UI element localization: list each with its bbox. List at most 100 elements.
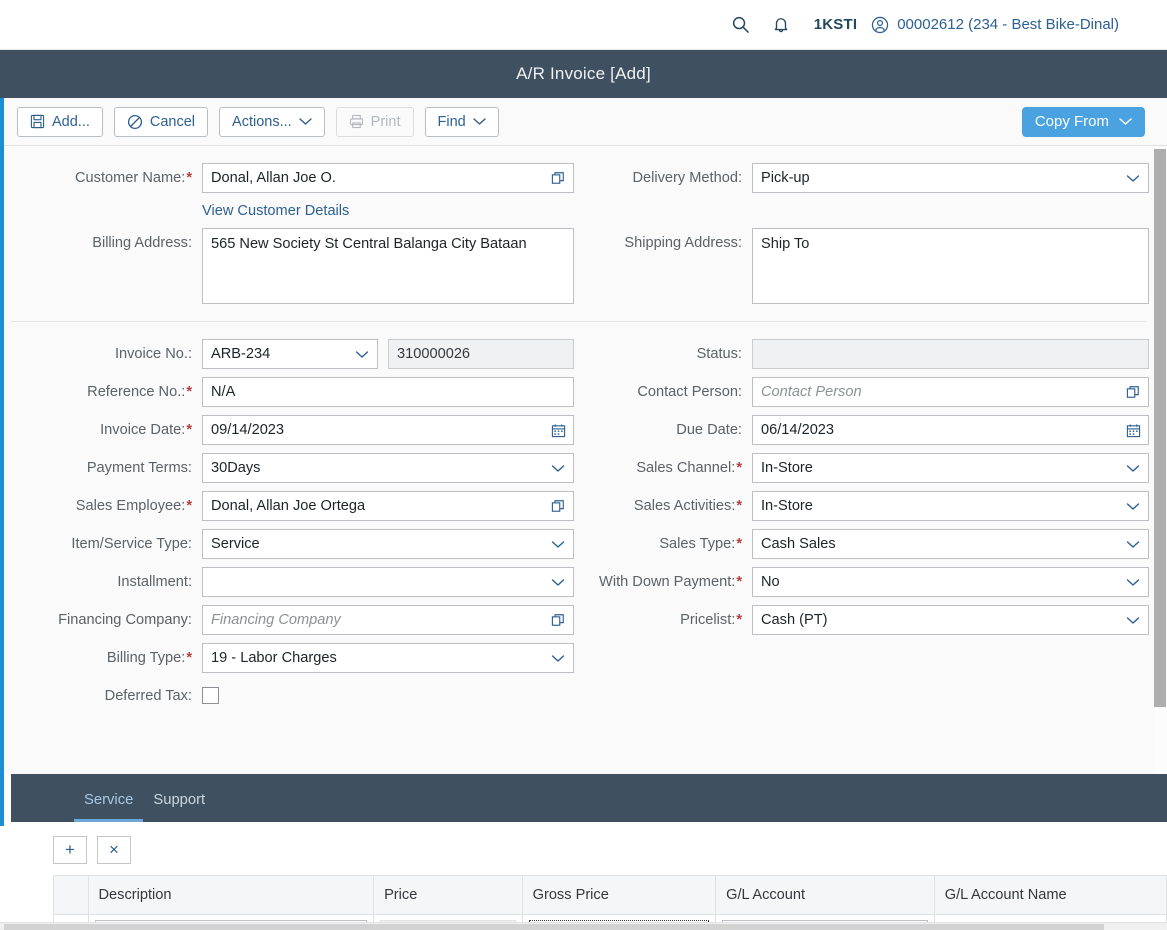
print-button[interactable]: Print [335,106,414,137]
link-picker-icon[interactable] [549,605,567,635]
customer-name-label-text: Customer Name: [75,170,186,186]
chevron-down-icon[interactable] [549,453,567,483]
chevron-down-icon[interactable] [549,643,567,673]
chevron-down-icon[interactable] [549,529,567,559]
sales-activities-label: Sales Activities:* [574,491,752,521]
add-button[interactable]: Add... [17,106,103,137]
bell-icon[interactable] [764,8,798,42]
field-customer-name: Customer Name:* Donal, Allan Joe O. [0,163,574,193]
chevron-down-icon[interactable] [549,567,567,597]
line-items-section: + × Description Price Gross Price G/L Ac… [0,822,1167,930]
contact-person-label: Contact Person: [637,384,742,400]
sales-activities-select[interactable]: In-Store [752,491,1149,521]
chevron-down-icon [1119,113,1132,130]
billing-address-label: Billing Address: [92,235,192,251]
form-scrollbar-thumb[interactable] [1154,149,1166,707]
form-scrollbar-track[interactable] [1153,146,1167,774]
billing-address-textarea[interactable]: 565 New Society St Central Balanga City … [202,228,574,304]
field-sales-activities: Sales Activities:* In-Store [574,491,1149,521]
copy-from-button[interactable]: Copy From [1021,106,1145,137]
reference-no-input[interactable]: N/A [202,377,574,407]
chevron-down-icon[interactable] [1124,567,1142,597]
installment-select[interactable] [202,567,574,597]
deferred-tax-label: Deferred Tax: [104,688,192,704]
delete-row-button[interactable]: × [97,836,131,864]
delivery-method-label: Delivery Method: [632,170,743,186]
page-title-bar: A/R Invoice [Add] [0,50,1167,98]
customer-name-input[interactable]: Donal, Allan Joe O. [202,163,574,193]
field-item-service-type: Item/Service Type: Service [0,529,574,559]
field-payment-terms: Payment Terms: 30Days [0,453,574,483]
with-down-payment-label: With Down Payment:* [574,567,752,597]
field-contact-person: Contact Person: Contact Person [574,377,1149,407]
view-customer-details-link[interactable]: View Customer Details [202,203,349,219]
column-header-price[interactable]: Price [373,875,523,915]
calendar-icon[interactable] [549,415,567,445]
horizontal-scrollbar-thumb[interactable] [4,924,1104,930]
payment-terms-label: Payment Terms: [86,460,192,476]
chevron-down-icon[interactable] [1124,605,1142,635]
with-down-payment-select[interactable]: No [752,567,1149,597]
tab-support[interactable]: Support [143,792,215,822]
billing-type-select[interactable]: 19 - Labor Charges [202,643,574,673]
chevron-down-icon[interactable] [1124,529,1142,559]
find-button[interactable]: Find [424,106,499,137]
field-billing-type: Billing Type:* 19 - Labor Charges [0,643,574,673]
required-marker: * [736,536,742,552]
invoice-date-input[interactable]: 09/14/2023 [202,415,574,445]
link-picker-icon[interactable] [549,491,567,521]
required-marker: * [736,612,742,628]
due-date-label: Due Date: [676,422,742,438]
financing-company-input[interactable]: Financing Company [202,605,574,635]
payment-terms-select[interactable]: 30Days [202,453,574,483]
link-picker-icon[interactable] [549,163,567,193]
delivery-method-select[interactable]: Pick-up [752,163,1149,193]
sales-type-select[interactable]: Cash Sales [752,529,1149,559]
printer-icon [349,114,364,129]
save-disk-icon [30,114,45,129]
calendar-icon[interactable] [1124,415,1142,445]
sales-activities-label-text: Sales Activities: [633,498,736,514]
chevron-down-icon[interactable] [1124,453,1142,483]
column-header-select[interactable] [53,875,89,915]
chevron-down-icon[interactable] [1124,491,1142,521]
item-service-type-select[interactable]: Service [202,529,574,559]
pricelist-select[interactable]: Cash (PT) [752,605,1149,635]
sales-employee-input[interactable]: Donal, Allan Joe Ortega [202,491,574,521]
shipping-address-textarea[interactable]: Ship To [752,228,1149,304]
chevron-down-icon[interactable] [1124,163,1142,193]
sales-channel-select[interactable]: In-Store [752,453,1149,483]
horizontal-scrollbar-track[interactable] [0,922,1167,930]
column-header-gross-price[interactable]: Gross Price [521,875,717,915]
shipping-address-label: Shipping Address: [624,235,742,251]
field-reference-no: Reference No.:* N/A [0,377,574,407]
invoice-no-series-select[interactable]: ARB-234 [202,339,378,369]
column-header-description[interactable]: Description [87,875,375,915]
column-header-gl-account-name[interactable]: G/L Account Name [933,875,1167,915]
due-date-input[interactable]: 06/14/2023 [752,415,1149,445]
print-button-label: Print [370,113,401,130]
user-account[interactable]: 00002612 (234 - Best Bike-Dinal) [871,16,1119,34]
chevron-down-icon[interactable] [353,339,371,369]
link-picker-icon[interactable] [1124,377,1142,407]
chevron-down-icon [298,117,312,126]
actions-button[interactable]: Actions... [219,106,325,137]
reference-no-label-text: Reference No.: [87,384,186,400]
form-column-right-upper: Delivery Method: Pick-up Shipping Addres… [574,163,1149,312]
search-icon[interactable] [724,8,758,42]
status-field [752,339,1149,369]
cancel-button[interactable]: Cancel [113,106,209,137]
invoice-no-label: Invoice No.: [114,346,192,362]
shell-bar: 1KSTI 00002612 (234 - Best Bike-Dinal) [0,0,1167,50]
column-header-gl-account[interactable]: G/L Account [715,875,935,915]
add-row-button[interactable]: + [53,836,87,864]
contact-person-input[interactable]: Contact Person [752,377,1149,407]
invoice-no-number-field: 310000026 [388,339,574,369]
page-title: A/R Invoice [Add] [516,64,651,83]
required-marker: * [736,498,742,514]
action-toolbar: Add... Cancel Actions... Print Find Copy… [0,98,1167,146]
tab-service[interactable]: Service [74,792,144,822]
required-marker: * [186,170,192,186]
deferred-tax-checkbox[interactable] [202,687,219,704]
status-label: Status: [696,346,742,362]
